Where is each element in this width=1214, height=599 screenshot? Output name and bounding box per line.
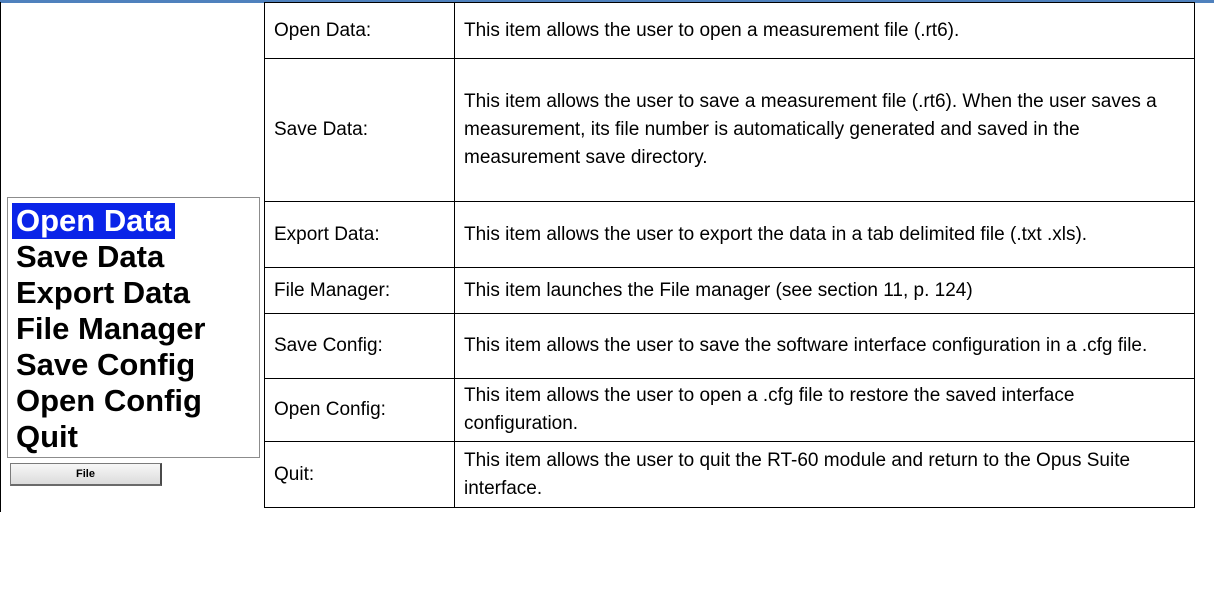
item-name-cell: Open Config: [264,378,455,442]
item-description-cell: This item allows the user to save the so… [454,313,1195,379]
menu-item-file-manager[interactable]: File Manager [12,311,210,347]
item-description-cell: This item launches the File manager (see… [454,267,1195,314]
table-row: File Manager: This item launches the Fil… [264,267,1195,314]
table-row: Save Config: This item allows the user t… [264,313,1195,379]
item-name-cell: Save Config: [264,313,455,379]
item-description-cell: This item allows the user to open a .cfg… [454,378,1195,442]
menu-description-table: Open Data: This item allows the user to … [264,2,1195,508]
table-row: Open Data: This item allows the user to … [264,2,1195,59]
file-menu-list: Open Data Save Data Export Data File Man… [12,203,210,455]
menu-item-save-data[interactable]: Save Data [12,239,210,275]
menu-item-save-config[interactable]: Save Config [12,347,210,383]
item-description-cell: This item allows the user to open a meas… [454,2,1195,59]
menu-item-open-config[interactable]: Open Config [12,383,210,419]
item-description-cell: This item allows the user to export the … [454,201,1195,268]
item-description-cell: This item allows the user to save a meas… [454,58,1195,202]
file-button[interactable]: File [10,463,162,486]
document-page: Open Data Save Data Export Data File Man… [0,0,1214,599]
item-name-cell: Export Data: [264,201,455,268]
item-name-cell: File Manager: [264,267,455,314]
file-menu: Open Data Save Data Export Data File Man… [7,197,260,458]
table-row: Quit: This item allows the user to quit … [264,441,1195,508]
menu-item-export-data[interactable]: Export Data [12,275,210,311]
item-name-cell: Open Data: [264,2,455,59]
table-row: Save Data: This item allows the user to … [264,58,1195,202]
menu-item-open-data[interactable]: Open Data [12,203,176,239]
menu-item-quit[interactable]: Quit [12,419,210,455]
file-menu-panel: Open Data Save Data Export Data File Man… [0,2,264,512]
table-row: Open Config: This item allows the user t… [264,378,1195,442]
item-name-cell: Save Data: [264,58,455,202]
table-row: Export Data: This item allows the user t… [264,201,1195,268]
item-name-cell: Quit: [264,441,455,508]
item-description-cell: This item allows the user to quit the RT… [454,441,1195,508]
